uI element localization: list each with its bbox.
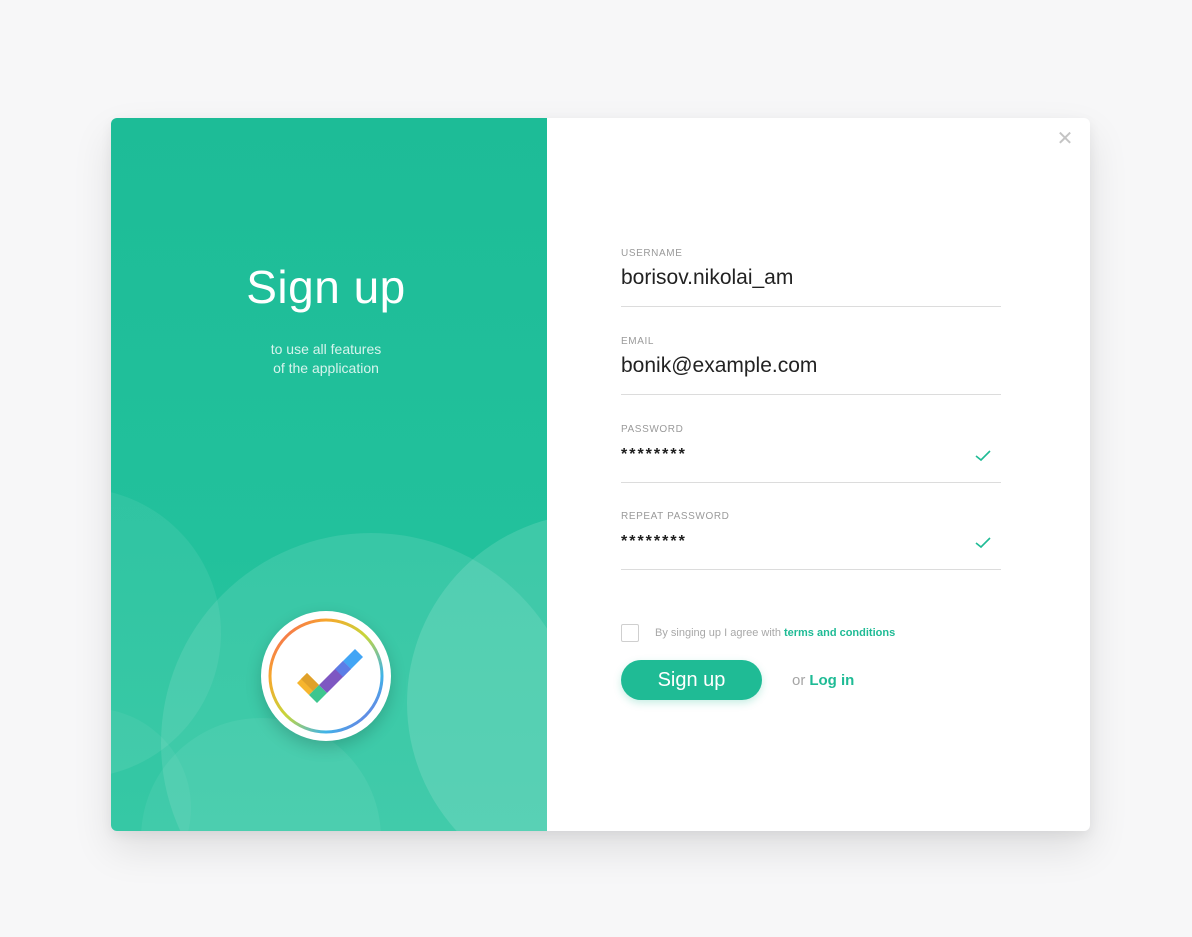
log-in-link[interactable]: Log in [809, 672, 854, 689]
email-label: EMAIL [621, 336, 655, 347]
close-icon[interactable]: ✕ [1054, 128, 1076, 150]
password-input[interactable] [621, 446, 961, 464]
repeat-password-label: REPEAT PASSWORD [621, 511, 730, 522]
username-input[interactable] [621, 266, 961, 290]
sign-up-button[interactable]: Sign up [621, 660, 762, 700]
username-field: USERNAME [621, 248, 1001, 307]
signup-dialog: Sign up to use all features of the appli… [111, 118, 1090, 831]
form-actions: Sign up or Log in [621, 660, 854, 700]
hero-subtitle-line: to use all features [270, 341, 382, 357]
hero-panel: Sign up to use all features of the appli… [111, 118, 547, 831]
terms-row: By singing up I agree with terms and con… [621, 623, 895, 643]
repeat-password-input[interactable] [621, 533, 961, 551]
username-label: USERNAME [621, 248, 683, 259]
hero-subtitle: to use all features of the application [111, 340, 541, 378]
password-field: PASSWORD [621, 424, 1001, 483]
checkmark-logo-icon [261, 611, 391, 741]
hero-title: Sign up [246, 261, 406, 313]
terms-text: By singing up I agree with [655, 627, 781, 639]
check-icon [975, 537, 991, 549]
terms-checkbox[interactable] [621, 624, 639, 642]
repeat-password-field: REPEAT PASSWORD [621, 511, 1001, 570]
terms-link[interactable]: terms and conditions [784, 627, 895, 639]
or-text: or [792, 671, 806, 689]
email-field: EMAIL [621, 336, 1001, 395]
email-input[interactable] [621, 354, 961, 378]
password-label: PASSWORD [621, 424, 684, 435]
check-icon [975, 450, 991, 462]
hero-subtitle-line: of the application [273, 360, 379, 376]
